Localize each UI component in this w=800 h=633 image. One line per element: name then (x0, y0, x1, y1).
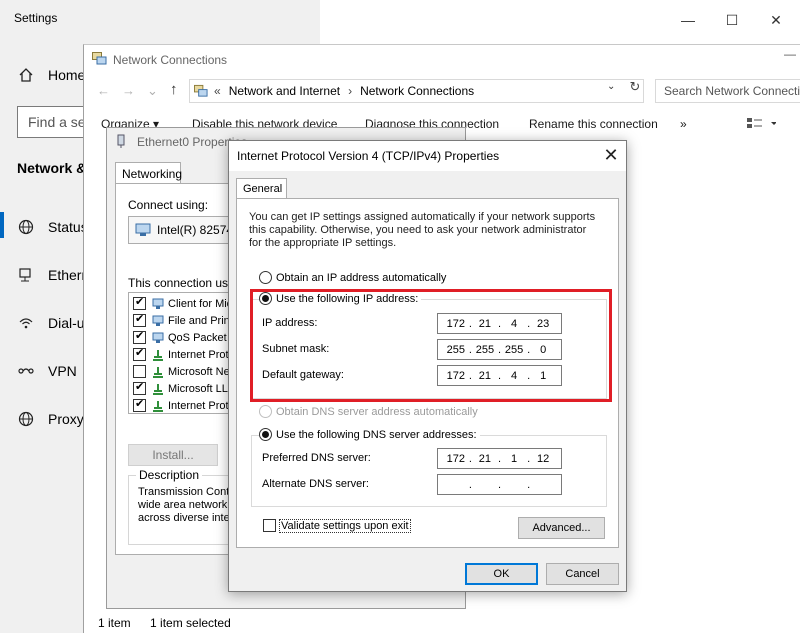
protocol-icon (153, 366, 163, 378)
selected-count: 1 item selected (150, 616, 231, 630)
window-title: Network Connections (113, 53, 228, 67)
vpn-icon (18, 368, 34, 374)
dialog-titlebar: Internet Protocol Version 4 (TCP/IPv4) P… (229, 141, 626, 171)
alternate-dns-label: Alternate DNS server: (262, 478, 369, 490)
checkbox[interactable] (133, 346, 146, 361)
alternate-dns-field[interactable]: ... (437, 474, 562, 495)
protocol-icon (153, 383, 163, 395)
checkbox[interactable] (133, 397, 146, 412)
manual-dns-option[interactable]: Use the following DNS server addresses: (259, 428, 480, 441)
tab-networking[interactable]: Networking (115, 162, 182, 184)
radio-button[interactable] (259, 428, 272, 441)
sidebar-item-label: VPN (48, 363, 77, 379)
recent-dropdown[interactable]: ⌄ (147, 83, 158, 99)
info-line: You can get IP settings assigned automat… (249, 211, 596, 223)
network-client-icon (152, 315, 164, 326)
globe-icon (18, 219, 34, 235)
info-text: You can get IP settings assigned automat… (249, 211, 609, 250)
protocol-icon (153, 349, 163, 361)
sidebar-item-label: Home (48, 67, 86, 83)
back-button[interactable]: ← (97, 83, 110, 98)
network-adapter-icon (117, 134, 125, 148)
breadcrumb-network-connections[interactable]: Network Connections (360, 84, 474, 98)
sidebar-item-label: Dial-u (48, 315, 85, 331)
sidebar-heading: Network & (17, 160, 87, 176)
globe-icon (18, 411, 34, 427)
tab-general[interactable]: General (236, 178, 287, 199)
advanced-button[interactable]: Advanced... (518, 517, 605, 539)
validate-option[interactable]: Validate settings upon exit (263, 518, 411, 533)
minimize-button[interactable]: — (666, 8, 710, 32)
network-folder-icon (92, 52, 107, 65)
radio-button[interactable] (259, 271, 272, 284)
checkbox[interactable] (133, 312, 146, 327)
general-panel: You can get IP settings assigned automat… (236, 198, 619, 548)
option-label: Use the following DNS server addresses: (276, 428, 477, 441)
home-icon (19, 68, 33, 82)
close-button[interactable]: ✕ (601, 145, 621, 165)
network-client-icon (152, 298, 164, 309)
option-label: Obtain DNS server address automatically (276, 405, 478, 418)
view-options-icon[interactable] (746, 115, 777, 135)
auto-dns-option[interactable]: Obtain DNS server address automatically (259, 405, 478, 418)
info-line: for the appropriate IP settings. (249, 237, 397, 249)
checkbox[interactable] (133, 380, 146, 395)
forward-button[interactable]: → (122, 83, 135, 98)
breadcrumb-separator: › (348, 84, 353, 98)
ipv4-properties-dialog: Internet Protocol Version 4 (TCP/IPv4) P… (228, 140, 627, 592)
more-commands-button[interactable]: » (680, 117, 687, 131)
breadcrumb-overflow[interactable]: « (214, 84, 221, 98)
preferred-dns-label: Preferred DNS server: (262, 452, 371, 464)
auto-ip-option[interactable]: Obtain an IP address automatically (259, 271, 446, 284)
network-client-icon (152, 332, 164, 343)
settings-titlebar: — ☐ ✕ (320, 0, 800, 44)
info-line: this capability. Otherwise, you need to … (249, 224, 587, 236)
chevron-down-icon[interactable]: ⌄ (607, 81, 621, 99)
option-label: Obtain an IP address automatically (276, 271, 447, 284)
dns-group (251, 435, 607, 507)
rename-button[interactable]: Rename this connection (529, 117, 658, 131)
dialup-icon (19, 318, 33, 329)
sidebar-item-label: Proxy (48, 411, 84, 427)
settings-title: Settings (14, 11, 58, 25)
up-button[interactable]: ↑ (170, 81, 178, 98)
protocol-icon (153, 400, 163, 412)
address-row: ← → ⌄ ↑ « Network and Internet › Network… (84, 77, 800, 105)
search-input[interactable]: Search Network Connections (655, 79, 800, 103)
preferred-dns-field[interactable]: 172. 21. 1. 12 (437, 448, 562, 469)
item-count: 1 item (98, 616, 131, 630)
option-label: Validate settings upon exit (279, 518, 411, 533)
maximize-button[interactable]: ☐ (710, 8, 754, 32)
refresh-icon[interactable]: ↻ (626, 79, 644, 101)
network-folder-icon (194, 84, 208, 97)
cancel-button[interactable]: Cancel (546, 563, 619, 585)
checkbox[interactable] (133, 329, 146, 344)
radio-button[interactable] (259, 405, 272, 418)
network-adapter-icon (135, 223, 151, 236)
dialog-title: Internet Protocol Version 4 (TCP/IPv4) P… (237, 149, 500, 163)
description-label: Description (136, 468, 203, 482)
breadcrumb-network-internet[interactable]: Network and Internet (229, 84, 340, 98)
connect-using-label: Connect using: (128, 198, 209, 212)
highlight-box (250, 289, 612, 402)
close-button[interactable]: ✕ (754, 8, 798, 32)
checkbox[interactable] (263, 519, 276, 532)
minimize-button[interactable]: — (784, 47, 800, 67)
ok-button[interactable]: OK (465, 563, 538, 585)
checkbox[interactable] (133, 295, 146, 310)
install-button[interactable]: Install... (128, 444, 218, 466)
checkbox[interactable] (133, 365, 146, 378)
sidebar-item-label: Status (48, 219, 88, 235)
ethernet-icon (19, 268, 31, 282)
address-bar[interactable]: « Network and Internet › Network Connect… (189, 79, 644, 103)
status-bar: 1 item 1 item selected (98, 616, 247, 630)
